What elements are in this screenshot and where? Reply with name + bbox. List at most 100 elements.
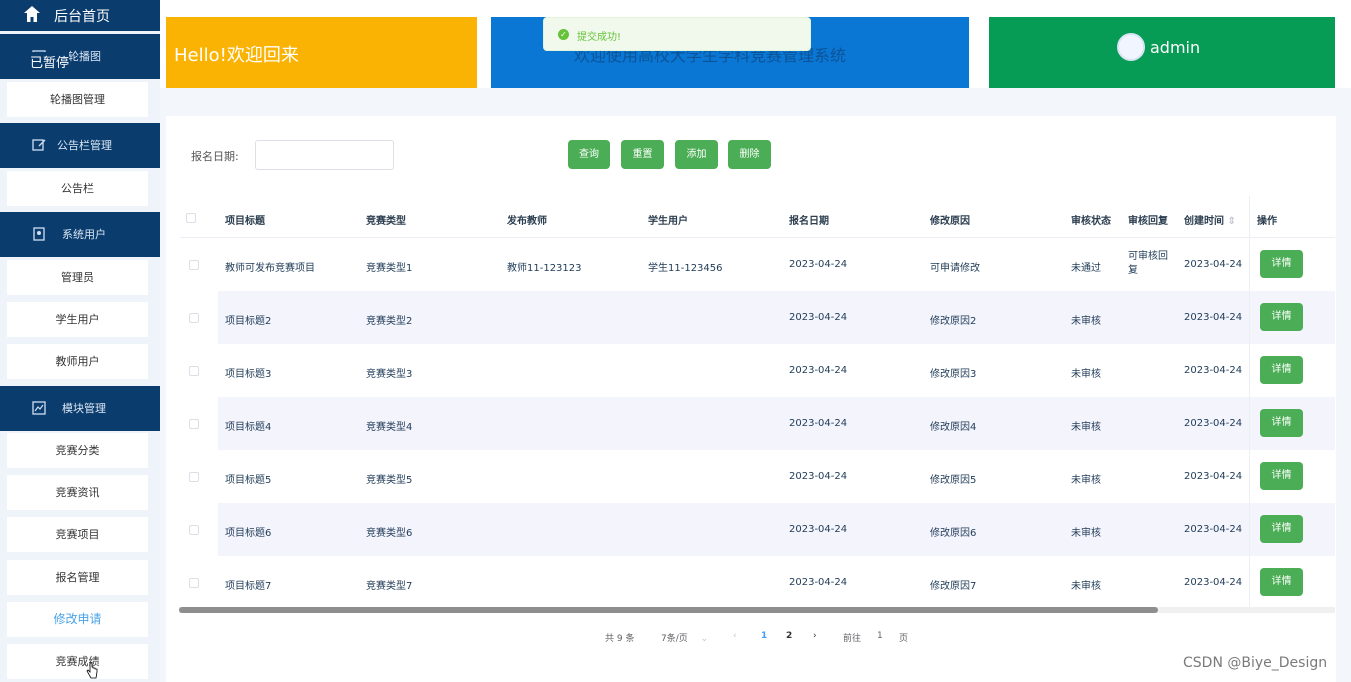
- sidebar-item-category[interactable]: 竞赛分类: [7, 433, 148, 468]
- cell-reg-date: 2023-04-24: [789, 259, 848, 270]
- goto-page-input[interactable]: 1: [877, 631, 883, 641]
- welcome-banner: Hello!欢迎回来: [166, 17, 477, 88]
- row-checkbox[interactable]: [189, 260, 199, 270]
- cell-reg-date: 2023-04-24: [789, 365, 848, 376]
- cell-title: 项目标题5: [225, 475, 272, 486]
- sidebar-section-label: 公告栏管理: [57, 139, 112, 152]
- sidebar-home-label: 后台首页: [54, 9, 110, 25]
- date-filter-label: 报名日期:: [191, 150, 239, 163]
- col-header-title: 项目标题: [225, 216, 265, 227]
- cell-status: 未审核: [1071, 475, 1101, 486]
- add-button[interactable]: 添加: [675, 140, 718, 169]
- cell-reason: 修改原因3: [930, 369, 977, 380]
- sidebar-section-label: 系统用户: [62, 228, 106, 241]
- row-checkbox[interactable]: [189, 525, 199, 535]
- sidebar-item-registration[interactable]: 报名管理: [7, 560, 148, 595]
- check-circle-icon: ✓: [558, 29, 569, 40]
- cell-title: 项目标题7: [225, 581, 272, 592]
- cell-status: 未审核: [1071, 581, 1101, 592]
- chevron-down-icon: ⌄: [700, 634, 709, 644]
- row-checkbox[interactable]: [189, 313, 199, 323]
- row-checkbox[interactable]: [189, 472, 199, 482]
- col-header-reply: 审核回复: [1128, 216, 1168, 227]
- col-header-actions: 操作: [1257, 216, 1277, 227]
- delete-button[interactable]: 删除: [728, 140, 771, 169]
- toast-message: 提交成功!: [577, 32, 622, 43]
- detail-button[interactable]: 详情: [1260, 409, 1303, 437]
- goto-suffix: 页: [899, 634, 909, 644]
- cell-type: 竞赛类型4: [366, 422, 413, 433]
- horizontal-scrollbar[interactable]: [179, 607, 1158, 613]
- row-checkbox[interactable]: [189, 419, 199, 429]
- detail-button[interactable]: 详情: [1260, 515, 1303, 543]
- cell-type: 竞赛类型5: [366, 475, 413, 486]
- sidebar-item-notice[interactable]: 公告栏: [7, 171, 148, 206]
- cell-created: 2023-04-24: [1184, 312, 1243, 323]
- page-2[interactable]: 2: [786, 631, 792, 641]
- cell-title: 项目标题6: [225, 528, 272, 539]
- detail-button[interactable]: 详情: [1260, 462, 1303, 490]
- cell-title: 项目标题4: [225, 422, 272, 433]
- prev-page-icon[interactable]: ‹: [733, 631, 737, 641]
- hand-cursor-icon: [86, 662, 98, 679]
- col-header-type: 竞赛类型: [366, 216, 406, 227]
- sidebar-item-scores[interactable]: 竞赛成绩: [7, 644, 148, 679]
- cell-reg-date: 2023-04-24: [789, 418, 848, 429]
- select-all-checkbox[interactable]: [186, 213, 196, 223]
- sidebar-item-admin[interactable]: 管理员: [7, 260, 148, 295]
- sidebar-section-users[interactable]: 系统用户: [0, 212, 160, 257]
- cell-reason: 修改原因5: [930, 475, 977, 486]
- cell-status: 未审核: [1071, 528, 1101, 539]
- cell-reg-date: 2023-04-24: [789, 312, 848, 323]
- sidebar-section-modules[interactable]: 模块管理: [0, 386, 160, 431]
- user-card-icon: [33, 227, 45, 241]
- cell-status: 未审核: [1071, 369, 1101, 380]
- col-header-created[interactable]: 创建时间 ⇕: [1184, 212, 1236, 227]
- col-header-reason: 修改原因: [930, 216, 970, 227]
- cell-status: 未审核: [1071, 316, 1101, 327]
- home-icon: [24, 6, 40, 22]
- sidebar: 后台首页 轮播图 已暂停 轮播图管理 公告栏管理 公告栏 系统用户 管理员 学生…: [0, 0, 160, 682]
- avatar[interactable]: [1117, 33, 1145, 61]
- col-header-student: 学生用户: [648, 216, 688, 227]
- sidebar-section-label: 模块管理: [62, 402, 106, 415]
- sidebar-item-projects[interactable]: 竞赛项目: [7, 517, 148, 552]
- detail-button[interactable]: 详情: [1260, 303, 1303, 331]
- detail-button[interactable]: 详情: [1260, 356, 1303, 384]
- date-filter-input[interactable]: [255, 140, 394, 170]
- cell-type: 竞赛类型6: [366, 528, 413, 539]
- sidebar-item-teachers[interactable]: 教师用户: [7, 344, 148, 379]
- page-1[interactable]: 1: [761, 631, 767, 641]
- chart-icon: [32, 401, 46, 415]
- sidebar-section-carousel[interactable]: 轮播图: [0, 34, 160, 79]
- sidebar-item-news[interactable]: 竞赛资讯: [7, 475, 148, 510]
- cell-reason: 修改原因7: [930, 581, 977, 592]
- sidebar-item-students[interactable]: 学生用户: [7, 302, 148, 337]
- sidebar-home[interactable]: 后台首页: [0, 0, 160, 31]
- row-checkbox[interactable]: [189, 366, 199, 376]
- cell-title: 项目标题2: [225, 316, 272, 327]
- fixed-column-divider: [1249, 196, 1250, 608]
- reset-button[interactable]: 重置: [621, 140, 664, 169]
- query-button[interactable]: 查询: [568, 140, 610, 169]
- cell-reason: 修改原因4: [930, 422, 977, 433]
- cell-type: 竞赛类型2: [366, 316, 413, 327]
- cell-created: 2023-04-24: [1184, 259, 1243, 270]
- cell-status: 未审核: [1071, 422, 1101, 433]
- watermark: CSDN @Biye_Design: [1183, 655, 1328, 671]
- detail-button[interactable]: 详情: [1260, 568, 1303, 596]
- row-checkbox[interactable]: [189, 578, 199, 588]
- sidebar-item-carousel-manage[interactable]: 轮播图管理: [7, 82, 148, 117]
- welcome-text: Hello!欢迎回来: [174, 45, 299, 66]
- cell-type: 竞赛类型1: [366, 263, 413, 274]
- cell-created: 2023-04-24: [1184, 418, 1243, 429]
- cell-reg-date: 2023-04-24: [789, 471, 848, 482]
- sidebar-item-modify-request[interactable]: 修改申请: [7, 602, 148, 637]
- sort-icon[interactable]: ⇕: [1227, 216, 1235, 227]
- next-page-icon[interactable]: ›: [813, 631, 817, 641]
- edit-icon: [32, 139, 46, 151]
- sidebar-section-notice[interactable]: 公告栏管理: [0, 123, 160, 168]
- page-size-select[interactable]: 7条/页 ⌄: [661, 631, 708, 644]
- detail-button[interactable]: 详情: [1260, 250, 1303, 278]
- cell-type: 竞赛类型7: [366, 581, 413, 592]
